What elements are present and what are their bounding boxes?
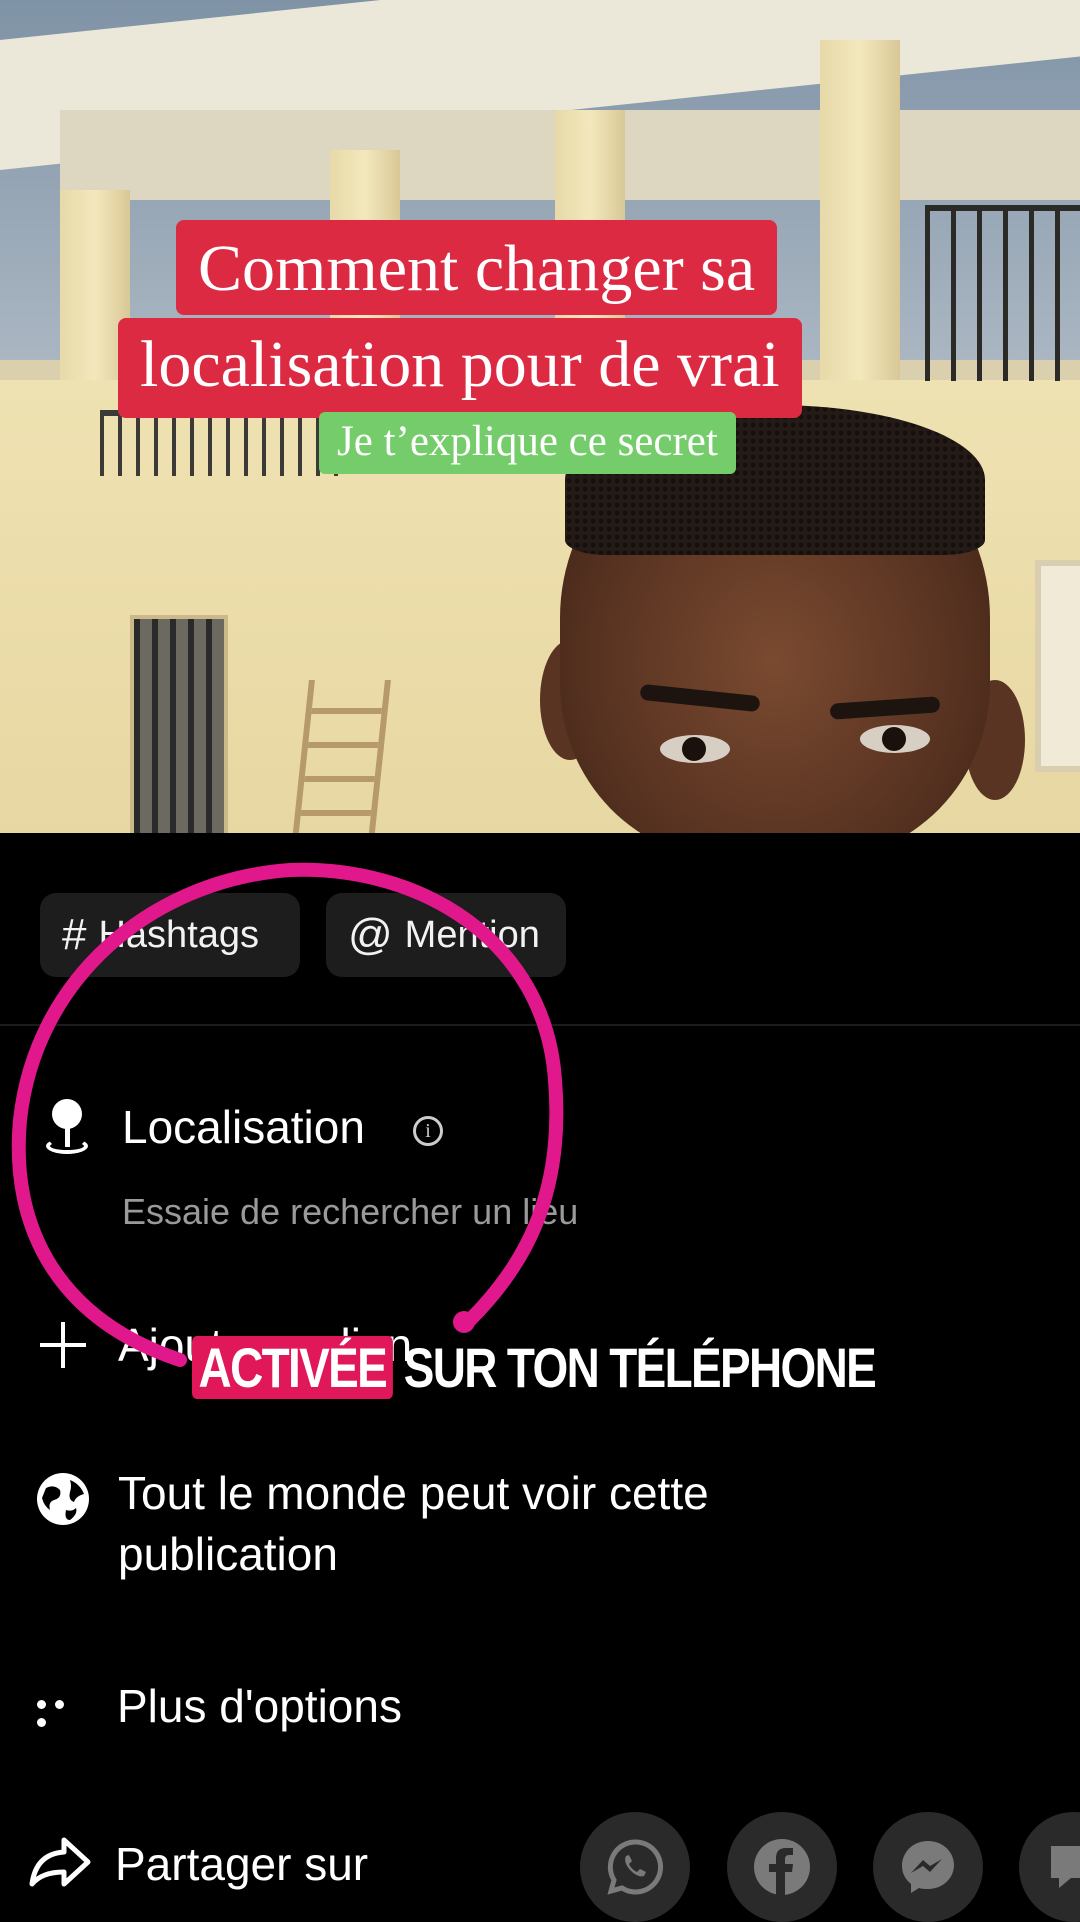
eye (660, 735, 730, 763)
visibility-line-1: Tout le monde peut voir cette (118, 1467, 709, 1519)
pillar (820, 40, 900, 420)
balcony-railing (100, 410, 340, 476)
share-title: Partager sur (115, 1838, 369, 1890)
more-dots-icon (37, 1696, 87, 1727)
messenger-share-button[interactable] (873, 1812, 983, 1922)
title-line-2: localisation pour de vrai (118, 318, 802, 418)
messenger-icon (902, 1841, 954, 1893)
caption-overlay: ACTIVÉE SUR TON TÉLÉPHONE (192, 1327, 877, 1409)
visibility-line-2: publication (118, 1528, 338, 1580)
eye (860, 725, 930, 753)
facebook-icon (754, 1839, 810, 1896)
highlight-circle (11, 862, 564, 1367)
ladder (291, 680, 391, 840)
whatsapp-share-button[interactable] (580, 1812, 690, 1922)
gate (130, 615, 228, 840)
globe-icon (37, 1473, 89, 1525)
more-options-title: Plus d'options (117, 1680, 402, 1732)
balcony-railing (925, 205, 1080, 381)
share-arrow-icon (29, 1837, 91, 1887)
message-icon (1051, 1846, 1080, 1888)
caption-highlight: ACTIVÉE (192, 1336, 393, 1399)
whatsapp-icon (607, 1839, 664, 1895)
caption-text: SUR TON TÉLÉPHONE (403, 1336, 877, 1399)
title-line-1: Comment changer sa (176, 220, 778, 315)
subtitle-badge: Je t’explique ce secret (319, 412, 736, 474)
window (1035, 560, 1080, 772)
facebook-share-button[interactable] (727, 1812, 837, 1922)
